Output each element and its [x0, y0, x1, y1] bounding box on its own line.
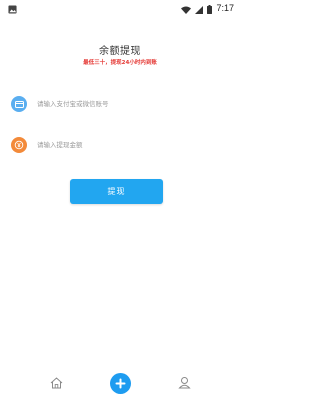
withdraw-notice: 最低三十，提现24小时内到账: [83, 60, 157, 66]
battery-icon: [207, 0, 213, 18]
withdraw-button[interactable]: 提现: [70, 179, 163, 204]
amount-row: [11, 134, 229, 156]
account-row: [11, 93, 229, 115]
plus-icon: [109, 372, 131, 394]
status-bar: 7:17: [0, 0, 240, 16]
home-icon: [50, 374, 63, 393]
account-input[interactable]: [37, 100, 197, 108]
card-icon: [11, 96, 27, 112]
coin-icon: [11, 137, 27, 153]
nav-profile[interactable]: [173, 372, 195, 394]
withdraw-screen: 7:17 余额提现 最低三十，提现24小时内到账 提现: [0, 0, 240, 400]
image-icon: [8, 0, 17, 18]
profile-icon: [177, 374, 191, 393]
amount-input[interactable]: [37, 141, 197, 149]
nav-home[interactable]: [45, 372, 67, 394]
wifi-icon: [181, 0, 192, 18]
signal-icon: [195, 0, 204, 18]
bottom-nav: [0, 366, 240, 400]
nav-add[interactable]: [109, 372, 131, 394]
page-title: 余额提现: [99, 46, 141, 57]
status-time: 7:17: [216, 3, 234, 13]
